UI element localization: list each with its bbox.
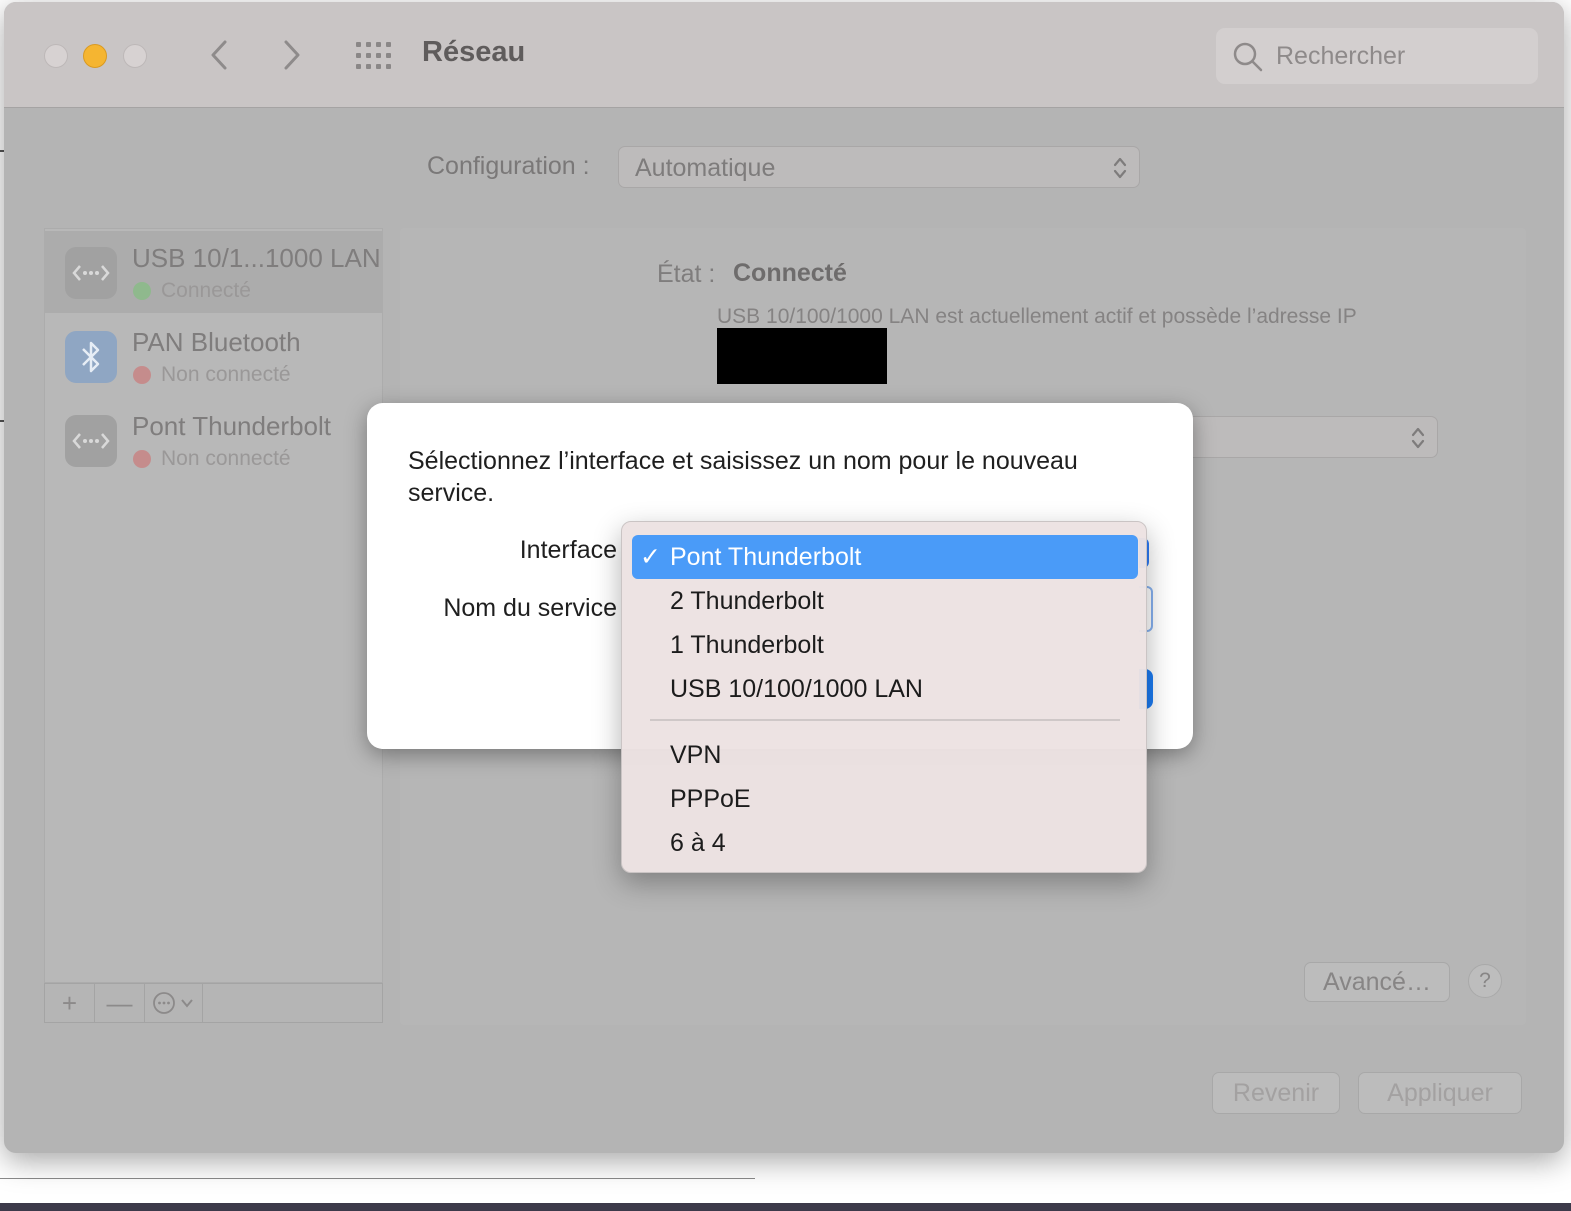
menu-separator: [650, 719, 1120, 721]
up-down-chevron-icon: [1113, 157, 1127, 179]
state-value: Connecté: [733, 259, 847, 287]
chevron-left-icon: [211, 40, 227, 70]
menu-item-label: VPN: [670, 741, 722, 769]
menu-item-pppoe[interactable]: PPPoE: [632, 777, 1138, 821]
service-list-toolbar: + —: [44, 983, 383, 1023]
menu-item-2-thunderbolt[interactable]: 2 Thunderbolt: [632, 579, 1138, 623]
menu-item-label: 2 Thunderbolt: [670, 587, 824, 615]
service-status: Non connecté: [161, 363, 291, 386]
service-actions-button[interactable]: [145, 984, 203, 1022]
revert-button[interactable]: Revenir: [1212, 1072, 1340, 1114]
advanced-button[interactable]: Avancé…: [1304, 962, 1450, 1002]
service-name: PAN Bluetooth: [132, 327, 301, 357]
state-label: État :: [657, 260, 716, 288]
desktop-dock-strip: [0, 1203, 1571, 1211]
configuration-value: Automatique: [635, 154, 776, 182]
title-bar: Réseau: [4, 2, 1564, 108]
show-all-grid-button[interactable]: [354, 40, 394, 72]
menu-item-label: USB 10/100/1000 LAN: [670, 675, 923, 703]
service-item-pan-bluetooth[interactable]: PAN Bluetooth Non connecté: [45, 315, 382, 397]
checkmark-icon: ✓: [640, 543, 661, 571]
service-status: Non connecté: [161, 447, 291, 470]
help-button[interactable]: ?: [1468, 964, 1502, 998]
window-title: Réseau: [422, 36, 526, 68]
desktop-divider: [0, 1178, 755, 1179]
menu-item-6to4[interactable]: 6 à 4: [632, 821, 1138, 865]
service-status: Connecté: [161, 279, 251, 302]
menu-item-label: 1 Thunderbolt: [670, 631, 824, 659]
service-item-pont-thunderbolt[interactable]: Pont Thunderbolt Non connecté: [45, 399, 382, 481]
configuration-label: Configuration :: [427, 152, 590, 180]
zoom-window-button[interactable]: [123, 44, 147, 68]
status-dot-green: [133, 282, 151, 300]
state-description: USB 10/100/1000 LAN est actuellement act…: [717, 305, 1357, 328]
up-down-chevron-icon: [1411, 427, 1425, 449]
dialog-message: Sélectionnez l’interface et saisissez un…: [408, 447, 1078, 507]
bluetooth-icon: [65, 331, 117, 383]
interface-label: Interface: [519, 536, 617, 564]
menu-item-vpn[interactable]: VPN: [632, 733, 1138, 777]
apply-button[interactable]: Appliquer: [1358, 1072, 1522, 1114]
minimize-window-button[interactable]: [83, 44, 107, 68]
close-window-button[interactable]: [44, 44, 68, 68]
configuration-select[interactable]: Automatique: [618, 146, 1140, 188]
back-button[interactable]: [204, 32, 234, 78]
ethernet-icon: [65, 415, 117, 467]
service-name: Pont Thunderbolt: [132, 411, 331, 441]
remove-service-button[interactable]: —: [95, 984, 145, 1022]
menu-item-pont-thunderbolt[interactable]: ✓ Pont Thunderbolt: [632, 535, 1138, 579]
service-list: USB 10/1...1000 LAN Connecté PAN Bluetoo…: [44, 228, 383, 983]
menu-item-label: 6 à 4: [670, 829, 726, 857]
service-name: USB 10/1...1000 LAN: [132, 243, 381, 273]
menu-item-usb-lan[interactable]: USB 10/100/1000 LAN: [632, 667, 1138, 711]
configure-ipv4-select[interactable]: [1180, 416, 1438, 458]
menu-item-1-thunderbolt[interactable]: 1 Thunderbolt: [632, 623, 1138, 667]
search-field[interactable]: [1216, 28, 1538, 84]
ethernet-icon: [65, 247, 117, 299]
service-item-usb-lan[interactable]: USB 10/1...1000 LAN Connecté: [45, 231, 382, 313]
more-options-icon: [152, 992, 193, 1014]
redacted-ip-address: [717, 328, 887, 384]
interface-dropdown-menu: ✓ Pont Thunderbolt 2 Thunderbolt 1 Thund…: [621, 521, 1147, 873]
search-icon: [1233, 42, 1263, 72]
status-dot-red: [133, 450, 151, 468]
menu-item-label: PPPoE: [670, 785, 751, 813]
status-dot-red: [133, 366, 151, 384]
forward-button[interactable]: [277, 32, 307, 78]
chevron-right-icon: [284, 40, 300, 70]
add-service-button[interactable]: +: [45, 984, 95, 1022]
search-input[interactable]: [1276, 36, 1526, 76]
service-name-label: Nom du service: [443, 594, 617, 622]
menu-item-label: Pont Thunderbolt: [670, 543, 862, 571]
